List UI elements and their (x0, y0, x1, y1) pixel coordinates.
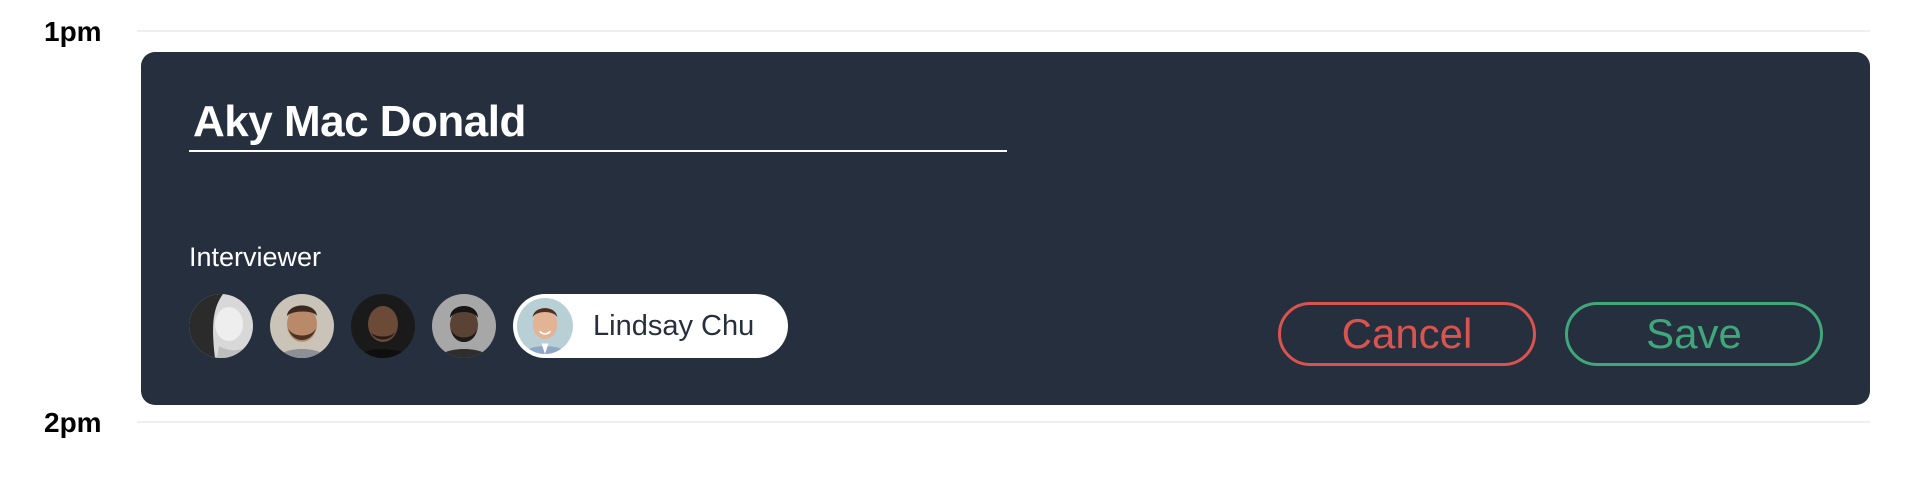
time-label-2pm: 2pm (44, 407, 102, 438)
avatar-man-beard-icon (270, 294, 334, 358)
event-title-input[interactable] (189, 94, 1007, 152)
interviewer-label: Interviewer (189, 242, 322, 272)
hour-divider (137, 30, 1870, 32)
cancel-button[interactable]: Cancel (1278, 302, 1536, 366)
time-label-1pm: 1pm (44, 16, 102, 47)
event-editor-card: Interviewer (141, 52, 1870, 405)
save-button[interactable]: Save (1565, 302, 1823, 366)
interviewer-avatar-2[interactable] (270, 294, 334, 358)
avatar-woman-grayscale-icon (189, 294, 253, 358)
interviewer-avatar-3[interactable] (351, 294, 415, 358)
avatar-man-smiling-icon (517, 298, 573, 354)
interviewer-picker: Lindsay Chu (189, 294, 789, 358)
avatar-man-bald-icon (351, 294, 415, 358)
interviewer-avatar-4[interactable] (432, 294, 496, 358)
selected-interviewer-chip[interactable]: Lindsay Chu (513, 294, 789, 358)
selected-interviewer-name: Lindsay Chu (593, 309, 755, 342)
interviewer-avatar-1[interactable] (189, 294, 253, 358)
avatar-man-dark-icon (432, 294, 496, 358)
selected-interviewer-avatar (517, 298, 573, 354)
hour-divider (137, 421, 1870, 423)
